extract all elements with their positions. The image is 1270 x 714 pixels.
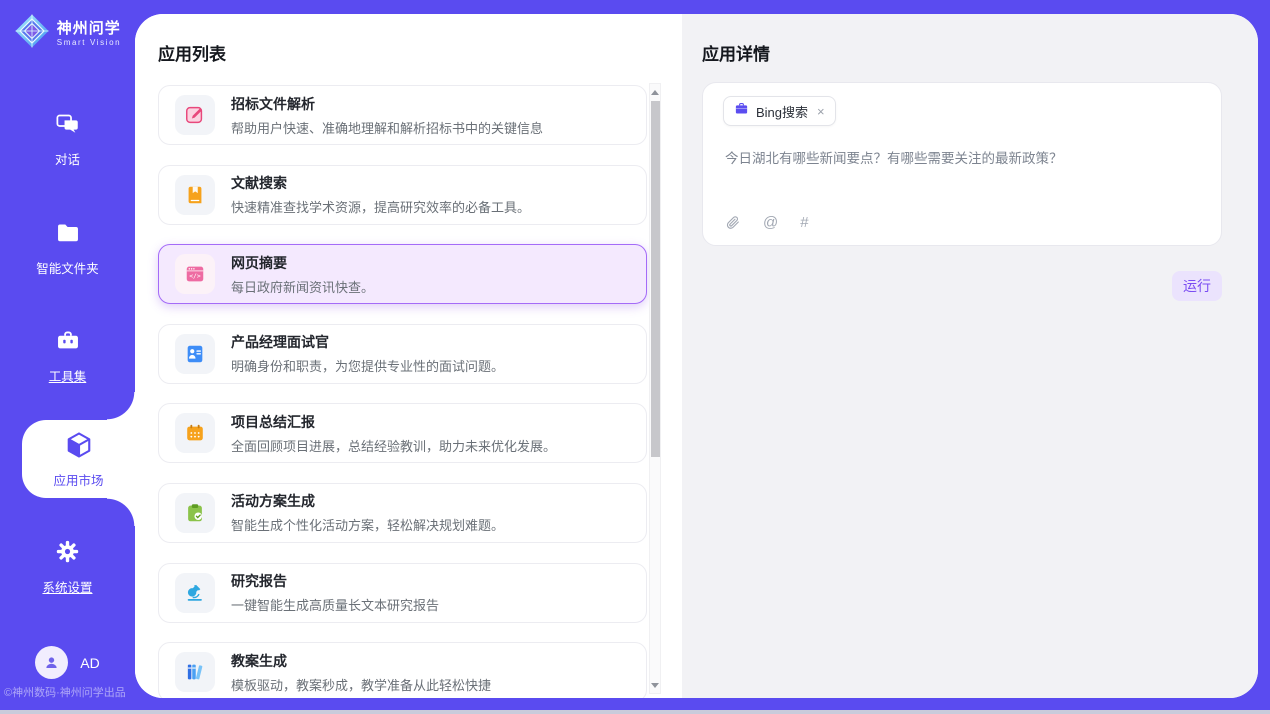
sidebar: 神州问学 Smart Vision 对话 智能文件夹 xyxy=(0,0,135,710)
folder-icon xyxy=(55,220,81,251)
clipboard-check-icon xyxy=(175,493,215,533)
scroll-down-icon[interactable] xyxy=(650,678,660,692)
sidebar-item-label: 工具集 xyxy=(49,366,87,385)
sidebar-item-chat[interactable]: 对话 xyxy=(0,111,135,168)
app-card-desc: 智能生成个性化活动方案，轻松解决规划难题。 xyxy=(231,515,504,534)
close-icon[interactable]: × xyxy=(817,104,825,119)
chat-icon xyxy=(55,111,81,142)
window-bottom-edge xyxy=(0,710,1270,714)
app-list-panel: 应用列表 招标文件解析 帮助用户快速、准确地理解和解析招标书中的关键信息 xyxy=(135,14,682,698)
tool-tag-bing-search[interactable]: Bing搜索 × xyxy=(723,96,836,126)
mention-icon[interactable]: @ xyxy=(763,214,778,231)
app-card-title: 项目总结汇报 xyxy=(231,412,556,432)
sidebar-item-label: 对话 xyxy=(55,149,80,168)
app-card-desc: 明确身份和职责，为您提供专业性的面试问题。 xyxy=(231,356,504,375)
pen-square-icon xyxy=(175,95,215,135)
app-card-desc: 每日政府新闻资讯快查。 xyxy=(231,277,374,296)
svg-text:</>: </> xyxy=(189,272,201,280)
app-card-desc: 模板驱动，教案秒成，教学准备从此轻松快捷 xyxy=(231,675,491,694)
brand-logo: 神州问学 Smart Vision xyxy=(0,13,135,54)
browser-code-icon: </> xyxy=(175,254,215,294)
app-card-title: 产品经理面试官 xyxy=(231,332,504,352)
gear-icon xyxy=(54,538,81,570)
app-card-literature-search[interactable]: 文献搜索 快速精准查找学术资源，提高研究效率的必备工具。 xyxy=(158,165,647,225)
cube-icon xyxy=(64,430,94,465)
app-card-web-summary-selected[interactable]: </> 网页摘要 每日政府新闻资讯快查。 xyxy=(158,244,647,304)
app-card-project-summary[interactable]: 项目总结汇报 全面回顾项目进展，总结经验教训，助力未来优化发展。 xyxy=(158,403,647,463)
app-card-title: 文献搜索 xyxy=(231,173,530,193)
books-icon xyxy=(175,652,215,692)
app-card-research-report[interactable]: 研究报告 一键智能生成高质量长文本研究报告 xyxy=(158,563,647,623)
sidebar-item-label: 智能文件夹 xyxy=(36,258,99,277)
paperclip-icon[interactable] xyxy=(724,214,741,231)
diamond-logo-icon xyxy=(14,13,50,54)
app-card-list: 招标文件解析 帮助用户快速、准确地理解和解析招标书中的关键信息 文献搜索 快速精… xyxy=(158,85,647,698)
list-scrollbar xyxy=(649,83,661,694)
app-card-desc: 快速精准查找学术资源，提高研究效率的必备工具。 xyxy=(231,197,530,216)
microscope-icon xyxy=(175,573,215,613)
calendar-note-icon xyxy=(175,413,215,453)
avatar xyxy=(35,646,68,679)
user-account[interactable]: AD xyxy=(0,646,135,679)
app-card-title: 招标文件解析 xyxy=(231,94,543,114)
app-card-title: 活动方案生成 xyxy=(231,491,504,511)
sidebar-item-label: 应用市场 xyxy=(53,470,103,489)
app-detail-panel: 应用详情 Bing搜索 × 今日湖北有哪些新闻要点？有哪些需要关注的最新政策？ xyxy=(682,14,1258,698)
sidebar-item-label: 系统设置 xyxy=(42,577,92,596)
brand-name: 神州问学 xyxy=(57,20,121,39)
app-detail-title: 应用详情 xyxy=(702,40,770,65)
app-card-title: 网页摘要 xyxy=(231,253,374,273)
app-card-desc: 帮助用户快速、准确地理解和解析招标书中的关键信息 xyxy=(231,118,543,137)
app-card-desc: 一键智能生成高质量长文本研究报告 xyxy=(231,595,439,614)
copyright-text: ©神州数码·神州问学出品 xyxy=(4,684,135,700)
scrollbar-thumb[interactable] xyxy=(651,101,660,457)
sidebar-item-smart-folders[interactable]: 智能文件夹 xyxy=(0,220,135,277)
app-card-lesson-plan[interactable]: 教案生成 模板驱动，教案秒成，教学准备从此轻松快捷 xyxy=(158,642,647,698)
app-card-title: 教案生成 xyxy=(231,651,491,671)
hashtag-icon[interactable]: # xyxy=(800,214,808,231)
brand-text: 神州问学 Smart Vision xyxy=(57,20,121,48)
toolbox-icon xyxy=(55,328,81,359)
tool-tag-label: Bing搜索 xyxy=(756,102,808,121)
sidebar-item-settings[interactable]: 系统设置 xyxy=(0,538,135,596)
scroll-up-icon[interactable] xyxy=(650,85,660,99)
run-button[interactable]: 运行 xyxy=(1172,271,1222,301)
app-card-bid-document-parsing[interactable]: 招标文件解析 帮助用户快速、准确地理解和解析招标书中的关键信息 xyxy=(158,85,647,145)
attachment-toolbar: @ # xyxy=(724,214,809,231)
book-icon xyxy=(175,175,215,215)
briefcase-icon xyxy=(734,101,749,121)
app-card-event-plan[interactable]: 活动方案生成 智能生成个性化活动方案，轻松解决规划难题。 xyxy=(158,483,647,543)
sidebar-item-toolset[interactable]: 工具集 xyxy=(0,328,135,385)
prompt-card: Bing搜索 × 今日湖北有哪些新闻要点？有哪些需要关注的最新政策？ @ # xyxy=(702,82,1222,246)
main-content: 应用列表 招标文件解析 帮助用户快速、准确地理解和解析招标书中的关键信息 xyxy=(135,14,1258,698)
app-card-title: 研究报告 xyxy=(231,571,439,591)
interviewer-icon xyxy=(175,334,215,374)
brand-subtitle: Smart Vision xyxy=(57,38,121,47)
app-card-desc: 全面回顾项目进展，总结经验教训，助力未来优化发展。 xyxy=(231,436,556,455)
app-list-title: 应用列表 xyxy=(158,40,226,65)
app-card-pm-interviewer[interactable]: 产品经理面试官 明确身份和职责，为您提供专业性的面试问题。 xyxy=(158,324,647,384)
user-initials: AD xyxy=(80,655,99,671)
prompt-input[interactable]: 今日湖北有哪些新闻要点？有哪些需要关注的最新政策？ xyxy=(725,149,1201,169)
sidebar-item-app-market-active[interactable]: 应用市场 xyxy=(22,420,135,498)
